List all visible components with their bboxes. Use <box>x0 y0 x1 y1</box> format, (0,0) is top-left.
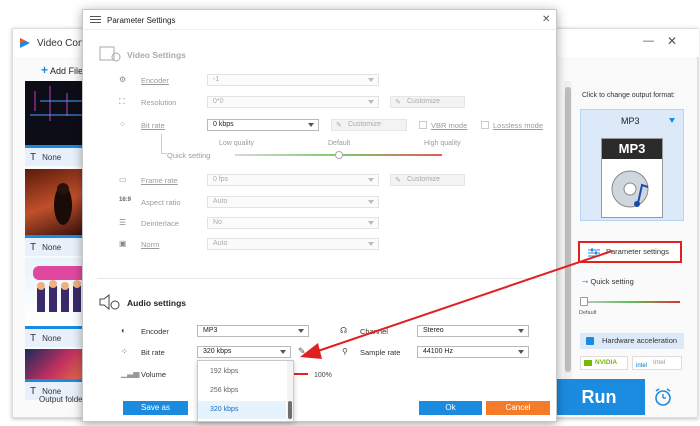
annotation-arrow <box>300 250 613 359</box>
